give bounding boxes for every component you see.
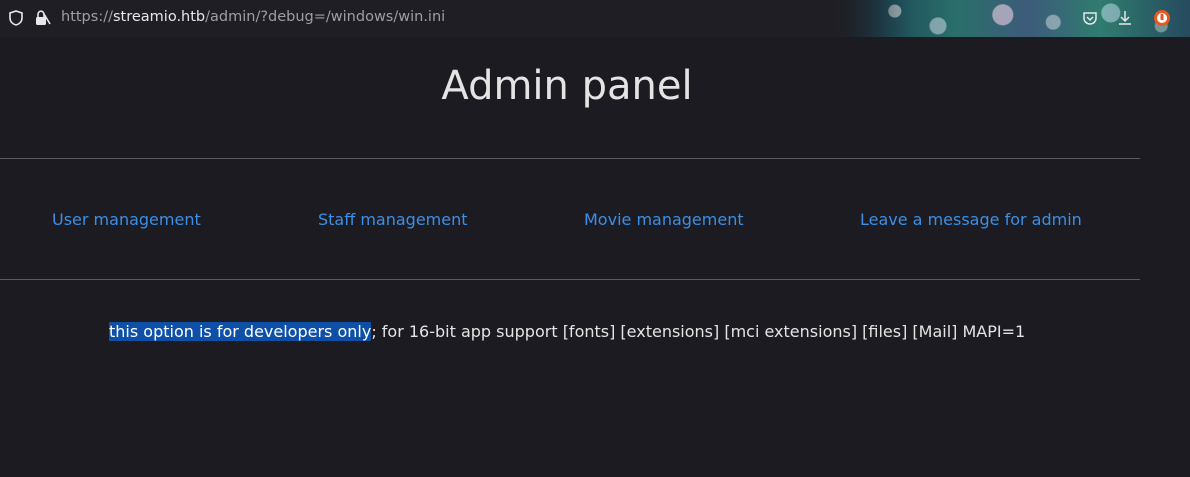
- toolbar-background-art: [830, 0, 1190, 37]
- duckduckgo-extension-icon[interactable]: [1153, 9, 1171, 27]
- pocket-save-icon[interactable]: [1081, 9, 1099, 27]
- address-bar-input[interactable]: https://streamio.htb/admin/?debug=/windo…: [61, 9, 445, 25]
- nav-staff-management-link[interactable]: Staff management: [318, 210, 468, 229]
- insecure-lock-icon[interactable]: [33, 9, 51, 27]
- top-divider: [0, 158, 1140, 159]
- nav-user-management-link[interactable]: User management: [52, 210, 201, 229]
- bottom-divider: [0, 279, 1140, 280]
- debug-output-text: this option is for developers only; for …: [109, 322, 1025, 341]
- nav-movie-management-link[interactable]: Movie management: [584, 210, 744, 229]
- url-path: /admin/?debug=/windows/win.ini: [205, 9, 446, 25]
- page-title: Admin panel: [441, 63, 693, 109]
- selected-text: this option is for developers only: [109, 322, 372, 341]
- url-protocol: https://: [61, 9, 113, 25]
- browser-toolbar: https://streamio.htb/admin/?debug=/windo…: [0, 0, 1190, 37]
- downloads-icon[interactable]: [1116, 9, 1134, 27]
- nav-leave-message-link[interactable]: Leave a message for admin: [860, 210, 1082, 229]
- included-file-content: ; for 16-bit app support [fonts] [extens…: [371, 322, 1026, 341]
- url-host: streamio.htb: [112, 9, 206, 25]
- tracking-protection-shield-icon[interactable]: [7, 9, 25, 27]
